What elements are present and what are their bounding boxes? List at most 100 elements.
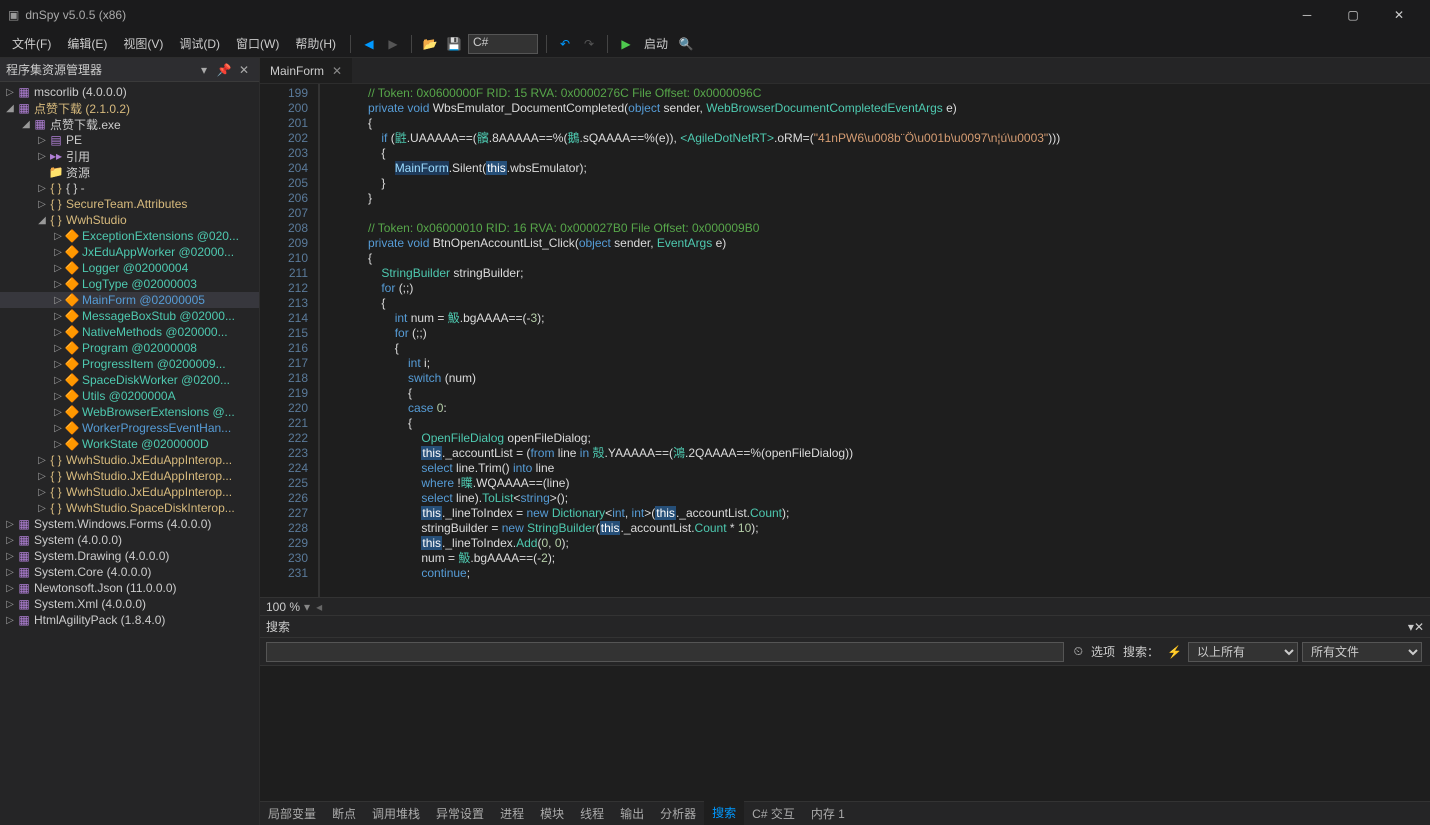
tree-twisty-icon[interactable]: ▷ [52, 263, 64, 274]
tree-twisty-icon[interactable]: ▷ [36, 471, 48, 482]
tree-twisty-icon[interactable]: ▷ [36, 199, 48, 210]
tree-node[interactable]: ▷▦System.Core (4.0.0.0) [0, 564, 259, 580]
menu-item[interactable]: 编辑(E) [59, 31, 115, 56]
bottom-tab[interactable]: 局部变量 [260, 801, 324, 825]
tree-twisty-icon[interactable]: ▷ [52, 247, 64, 258]
tree-twisty-icon[interactable]: ◢ [4, 103, 16, 114]
minimize-button[interactable]: ─ [1284, 0, 1330, 30]
tree-node[interactable]: ▷🔶Logger @02000004 [0, 260, 259, 276]
tree-twisty-icon[interactable]: ▷ [4, 551, 16, 562]
zoom-level[interactable]: 100 % [266, 600, 300, 614]
tree-view[interactable]: ▷▦mscorlib (4.0.0.0)◢▦点赞下载 (2.1.0.2)◢▦点赞… [0, 82, 259, 825]
tree-node[interactable]: ▷▦mscorlib (4.0.0.0) [0, 84, 259, 100]
pane-close-icon[interactable]: ✕ [235, 61, 253, 79]
tree-node[interactable]: ▷🔶Utils @0200000A [0, 388, 259, 404]
bottom-tab[interactable]: 模块 [532, 801, 572, 825]
tree-twisty-icon[interactable]: ▷ [52, 295, 64, 306]
tree-twisty-icon[interactable]: ▷ [36, 455, 48, 466]
zoom-dropdown-icon[interactable]: ▾ [304, 600, 310, 614]
maximize-button[interactable]: ▢ [1330, 0, 1376, 30]
pane-dropdown-icon[interactable]: ▾ [195, 61, 213, 79]
bottom-tab[interactable]: 分析器 [652, 801, 704, 825]
tree-twisty-icon[interactable]: ▷ [4, 87, 16, 98]
tree-twisty-icon[interactable]: ▷ [52, 439, 64, 450]
menu-item[interactable]: 视图(V) [115, 31, 171, 56]
tree-twisty-icon[interactable]: ▷ [52, 327, 64, 338]
save-button[interactable]: 💾 [443, 33, 465, 55]
close-button[interactable]: ✕ [1376, 0, 1422, 30]
pane-pin-icon[interactable]: 📌 [215, 61, 233, 79]
tree-twisty-icon[interactable]: ▷ [36, 183, 48, 194]
bottom-tab[interactable]: 进程 [492, 801, 532, 825]
menu-item[interactable]: 调试(D) [171, 31, 228, 56]
tree-twisty-icon[interactable]: ▷ [4, 535, 16, 546]
tree-node[interactable]: ◢{ }WwhStudio [0, 212, 259, 228]
search-input[interactable] [266, 642, 1064, 662]
tree-twisty-icon[interactable]: ▷ [52, 407, 64, 418]
panel-close-icon[interactable]: ✕ [1414, 620, 1424, 634]
tree-twisty-icon[interactable]: ▷ [4, 583, 16, 594]
tree-twisty-icon[interactable]: ▷ [52, 231, 64, 242]
tree-node[interactable]: ▷{ }WwhStudio.JxEduAppInterop... [0, 452, 259, 468]
tree-twisty-icon[interactable]: ◢ [20, 119, 32, 130]
tree-twisty-icon[interactable]: ▷ [52, 359, 64, 370]
tree-node[interactable]: 📁资源 [0, 164, 259, 180]
tree-twisty-icon[interactable]: ▷ [4, 567, 16, 578]
tree-twisty-icon[interactable]: ▷ [4, 599, 16, 610]
tree-twisty-icon[interactable]: ▷ [4, 615, 16, 626]
options-label[interactable]: 选项 [1091, 643, 1115, 660]
tree-node[interactable]: ▷▦System.Drawing (4.0.0.0) [0, 548, 259, 564]
tree-node[interactable]: ▷▦System.Windows.Forms (4.0.0.0) [0, 516, 259, 532]
bottom-tab[interactable]: 内存 1 [803, 801, 853, 825]
tree-twisty-icon[interactable]: ▷ [36, 151, 48, 162]
tree-node[interactable]: ▷🔶ProgressItem @0200009... [0, 356, 259, 372]
tree-node[interactable]: ▷▦System.Xml (4.0.0.0) [0, 596, 259, 612]
bottom-tab[interactable]: 搜索 [704, 800, 744, 825]
options-icon[interactable]: ⏲ [1074, 644, 1083, 659]
tree-node[interactable]: ◢▦点赞下载.exe [0, 116, 259, 132]
bottom-tab[interactable]: 断点 [324, 801, 364, 825]
tree-node[interactable]: ▷▸▸引用 [0, 148, 259, 164]
nav-back-button[interactable]: ◀ [358, 33, 380, 55]
search-scope-select[interactable]: 以上所有 [1188, 642, 1298, 662]
tab-mainform[interactable]: MainForm ✕ [260, 58, 352, 83]
tree-twisty-icon[interactable]: ▷ [52, 343, 64, 354]
tree-twisty-icon[interactable]: ▷ [36, 503, 48, 514]
tree-node[interactable]: ▷{ }WwhStudio.SpaceDiskInterop... [0, 500, 259, 516]
bottom-tab[interactable]: 线程 [572, 801, 612, 825]
tree-node[interactable]: ▷{ }{ } - [0, 180, 259, 196]
tree-node[interactable]: ▷🔶MainForm @02000005 [0, 292, 259, 308]
start-label[interactable]: 启动 [644, 35, 668, 52]
menu-item[interactable]: 文件(F) [4, 31, 59, 56]
tree-node[interactable]: ▷🔶WorkState @0200000D [0, 436, 259, 452]
tree-twisty-icon[interactable]: ▷ [52, 311, 64, 322]
tree-node[interactable]: ▷▦Newtonsoft.Json (11.0.0.0) [0, 580, 259, 596]
tree-twisty-icon[interactable]: ▷ [52, 423, 64, 434]
tree-node[interactable]: ▷🔶MessageBoxStub @02000... [0, 308, 259, 324]
undo-button[interactable]: ↶ [554, 33, 576, 55]
tree-twisty-icon[interactable]: ▷ [52, 391, 64, 402]
tree-node[interactable]: ▷🔶Program @02000008 [0, 340, 259, 356]
tree-node[interactable]: ▷🔶WebBrowserExtensions @... [0, 404, 259, 420]
redo-button[interactable]: ↷ [578, 33, 600, 55]
tree-twisty-icon[interactable]: ▷ [52, 375, 64, 386]
tree-node[interactable]: ▷{ }WwhStudio.JxEduAppInterop... [0, 484, 259, 500]
tree-twisty-icon[interactable]: ▷ [36, 135, 48, 146]
tree-twisty-icon[interactable]: ▷ [36, 487, 48, 498]
bottom-tab[interactable]: 异常设置 [428, 801, 492, 825]
code-area[interactable]: // Token: 0x0600000F RID: 15 RVA: 0x0000… [320, 84, 1430, 597]
bottom-tab[interactable]: C# 交互 [744, 801, 803, 825]
tree-node[interactable]: ▷🔶NativeMethods @020000... [0, 324, 259, 340]
search-files-select[interactable]: 所有文件 [1302, 642, 1422, 662]
code-editor[interactable]: 1992002012022032042052062072082092102112… [260, 84, 1430, 597]
tree-twisty-icon[interactable]: ▷ [4, 519, 16, 530]
tree-node[interactable]: ▷{ }WwhStudio.JxEduAppInterop... [0, 468, 259, 484]
tree-node[interactable]: ▷🔶ExceptionExtensions @020... [0, 228, 259, 244]
tree-node[interactable]: ◢▦点赞下载 (2.1.0.2) [0, 100, 259, 116]
tree-twisty-icon[interactable]: ◢ [36, 215, 48, 226]
start-button[interactable]: ▶ [615, 33, 637, 55]
language-select[interactable]: C# [468, 34, 538, 54]
tree-node[interactable]: ▷▤PE [0, 132, 259, 148]
search-button[interactable]: 🔍 [675, 33, 697, 55]
bottom-tab[interactable]: 输出 [612, 801, 652, 825]
